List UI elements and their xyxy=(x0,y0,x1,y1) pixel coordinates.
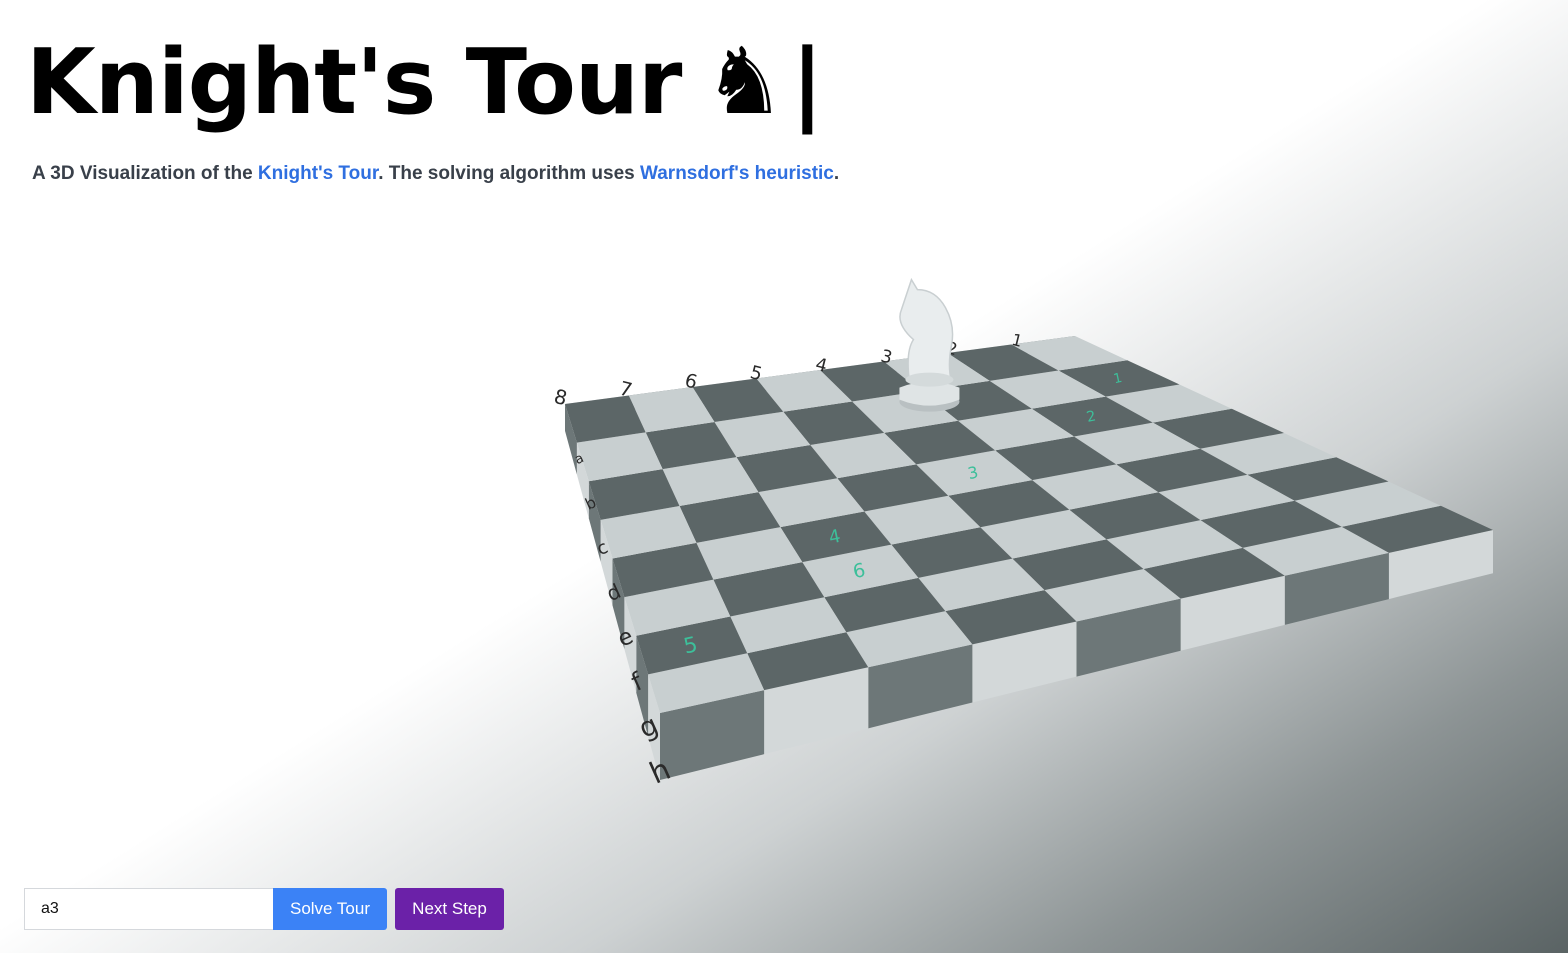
start-square-input[interactable] xyxy=(24,888,273,930)
knight-collar xyxy=(905,372,954,387)
knight-piece[interactable] xyxy=(899,277,960,412)
knight-body xyxy=(899,277,954,383)
solve-tour-button[interactable]: Solve Tour xyxy=(273,888,387,930)
next-step-button[interactable]: Next Step xyxy=(395,888,504,930)
chessboard-3d-view[interactable]: 123456 12345678abcdefgh xyxy=(0,0,1568,953)
controls-bar: Solve Tour Next Step xyxy=(24,888,504,930)
